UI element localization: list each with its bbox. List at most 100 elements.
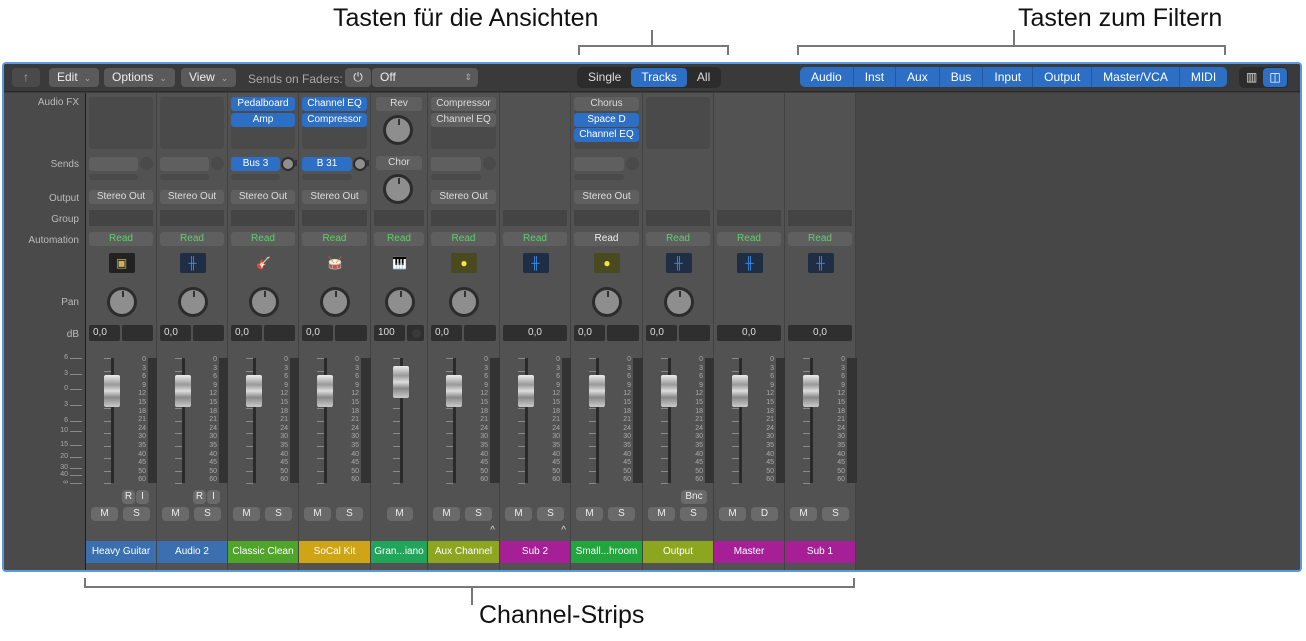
solo-button[interactable]: S bbox=[194, 507, 221, 521]
send-slot[interactable]: Chor bbox=[376, 156, 422, 170]
track-name[interactable]: Output bbox=[643, 541, 713, 563]
sends-on-faders-select[interactable]: Off ⇕ bbox=[372, 68, 478, 87]
volume-fader[interactable] bbox=[732, 375, 748, 407]
send-slot empty[interactable] bbox=[160, 157, 209, 171]
group-slot[interactable] bbox=[788, 210, 852, 226]
group-slot[interactable] bbox=[646, 210, 710, 226]
mute-button[interactable]: M bbox=[648, 507, 675, 521]
narrow-layout-icon[interactable]: ▥ bbox=[1240, 68, 1263, 87]
pan-knob[interactable] bbox=[592, 287, 622, 317]
solo-button[interactable]: S bbox=[123, 507, 150, 521]
audio-fx-slot[interactable]: Space D bbox=[574, 112, 639, 127]
solo-button[interactable]: S bbox=[265, 507, 292, 521]
track-name[interactable]: Audio 2 bbox=[157, 541, 227, 563]
send-slot[interactable]: Bus 3 bbox=[231, 157, 280, 171]
group-slot[interactable] bbox=[717, 210, 781, 226]
track-name[interactable]: Aux Channel bbox=[428, 541, 499, 563]
mute-button[interactable]: M bbox=[505, 507, 532, 521]
view-menu[interactable]: View ⌄ bbox=[181, 68, 237, 87]
input-monitor-button[interactable]: I bbox=[207, 490, 220, 504]
pan-knob[interactable] bbox=[248, 287, 279, 317]
output-slot[interactable]: Stereo Out bbox=[231, 190, 295, 204]
dim-button[interactable]: D bbox=[751, 507, 778, 521]
reverb-send-knob[interactable] bbox=[383, 115, 413, 145]
chorus-send-knob[interactable] bbox=[383, 174, 413, 204]
mute-button[interactable]: M bbox=[576, 507, 603, 521]
wide-layout-icon[interactable]: ◫ bbox=[1263, 68, 1287, 87]
view-single-button[interactable]: Single bbox=[578, 68, 631, 87]
mute-button[interactable]: M bbox=[304, 507, 331, 521]
audio-fx-slot[interactable]: Chorus bbox=[574, 97, 639, 111]
solo-button[interactable]: S bbox=[537, 507, 564, 521]
pan-knob[interactable] bbox=[384, 287, 415, 317]
track-name[interactable]: Small...hroom bbox=[571, 541, 642, 563]
volume-fader[interactable] bbox=[104, 375, 120, 407]
pan-knob[interactable] bbox=[320, 287, 350, 317]
track-name[interactable]: Master bbox=[714, 541, 784, 563]
mute-button[interactable]: M bbox=[433, 507, 460, 521]
input-monitor-button[interactable]: I bbox=[136, 490, 149, 504]
group-slot[interactable] bbox=[503, 210, 567, 226]
automation-mode[interactable]: Read bbox=[788, 232, 852, 246]
expand-caret-icon[interactable]: ^ bbox=[561, 525, 566, 536]
pan-knob[interactable] bbox=[106, 287, 137, 317]
mute-button[interactable]: M bbox=[162, 507, 189, 521]
send-level-knob[interactable] bbox=[483, 157, 496, 170]
track-name[interactable]: Sub 1 bbox=[785, 541, 855, 563]
group-slot[interactable] bbox=[374, 210, 424, 226]
solo-button[interactable]: S bbox=[336, 507, 363, 521]
filter-input[interactable]: Input bbox=[983, 67, 1034, 87]
send-level-knob[interactable] bbox=[281, 157, 297, 171]
view-all-button[interactable]: All bbox=[687, 68, 720, 87]
view-tracks-button[interactable]: Tracks bbox=[631, 68, 687, 87]
pan-knob[interactable] bbox=[177, 287, 208, 317]
bounce-button[interactable]: Bnc bbox=[681, 490, 707, 504]
volume-fader[interactable] bbox=[393, 366, 409, 398]
audio-fx-area[interactable] bbox=[646, 97, 710, 149]
sends-power-button[interactable]: ⏻ bbox=[345, 68, 371, 87]
send-level-knob[interactable] bbox=[626, 157, 639, 170]
automation-mode[interactable]: Read bbox=[231, 232, 295, 246]
back-button[interactable]: ↑ bbox=[12, 68, 40, 87]
automation-mode[interactable]: Read bbox=[302, 232, 367, 246]
track-name[interactable]: Gran...iano bbox=[371, 541, 427, 563]
filter-master-vca[interactable]: Master/VCA bbox=[1092, 67, 1180, 87]
volume-fader[interactable] bbox=[317, 375, 333, 407]
edit-menu[interactable]: Edit ⌄ bbox=[49, 68, 100, 87]
solo-button[interactable]: S bbox=[822, 507, 849, 521]
record-enable-button[interactable]: R bbox=[122, 490, 135, 504]
mute-button[interactable]: M bbox=[91, 507, 118, 521]
track-name[interactable]: Classic Clean bbox=[228, 541, 298, 563]
automation-mode[interactable]: Read bbox=[160, 232, 224, 246]
send-level-knob[interactable] bbox=[140, 157, 153, 170]
audio-fx-area[interactable] bbox=[89, 97, 153, 149]
send-slot empty[interactable] bbox=[89, 157, 138, 171]
filter-output[interactable]: Output bbox=[1033, 67, 1093, 87]
automation-mode[interactable]: Read bbox=[431, 232, 496, 246]
record-enable-button[interactable]: R bbox=[193, 490, 206, 504]
automation-mode[interactable]: Read bbox=[503, 232, 567, 246]
volume-fader[interactable] bbox=[175, 375, 191, 407]
group-slot[interactable] bbox=[89, 210, 153, 226]
audio-fx-slot[interactable]: Channel EQ bbox=[574, 128, 639, 142]
automation-mode[interactable]: Read bbox=[717, 232, 781, 246]
filter-midi[interactable]: MIDI bbox=[1180, 67, 1227, 87]
group-slot[interactable] bbox=[574, 210, 639, 226]
audio-fx-slot[interactable]: Compressor bbox=[302, 112, 367, 127]
volume-fader[interactable] bbox=[661, 375, 677, 407]
audio-fx-slot[interactable]: Pedalboard bbox=[231, 97, 295, 111]
pan-knob[interactable] bbox=[449, 287, 479, 317]
group-slot[interactable] bbox=[160, 210, 224, 226]
group-slot[interactable] bbox=[231, 210, 295, 226]
audio-fx-slot[interactable]: Rev bbox=[376, 97, 422, 111]
audio-fx-area[interactable] bbox=[160, 97, 224, 149]
track-name[interactable]: Heavy Guitar bbox=[86, 541, 156, 563]
automation-mode[interactable]: Read bbox=[574, 232, 639, 246]
track-name[interactable]: SoCal Kit bbox=[299, 541, 370, 563]
volume-fader[interactable] bbox=[589, 375, 605, 407]
filter-inst[interactable]: Inst bbox=[854, 67, 897, 87]
volume-fader[interactable] bbox=[446, 375, 462, 407]
solo-button[interactable]: S bbox=[608, 507, 635, 521]
expand-caret-icon[interactable]: ^ bbox=[490, 525, 495, 536]
send-slot empty[interactable] bbox=[574, 157, 624, 171]
